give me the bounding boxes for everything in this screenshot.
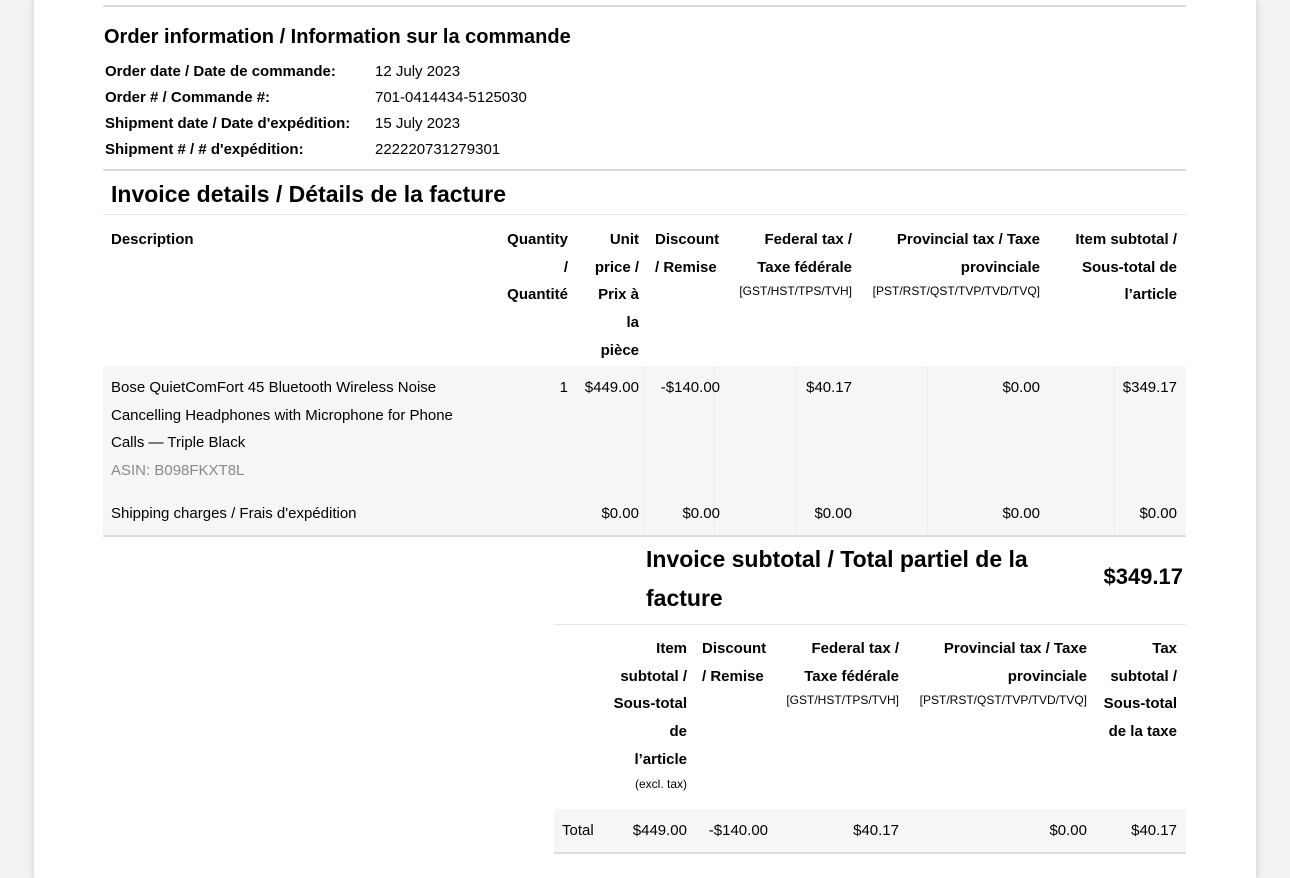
header-unit-price-line: la [626, 314, 639, 332]
header-item-subtotal-line: Item subtotal / [1075, 231, 1177, 248]
header-quantity-line: / [563, 258, 568, 276]
summary-header-line: Item [656, 640, 687, 657]
header-quantity: Quantity / Quantité [474, 226, 568, 309]
shipment-date-value: 15 July 2023 [375, 115, 461, 132]
header-item-subtotal-line: l’article [1124, 286, 1177, 304]
invoice-title-divider [103, 214, 1186, 215]
summary-header-line: Sous-total [1103, 695, 1177, 713]
order-info-title: Order information / Information sur la c… [104, 26, 571, 48]
order-date-value: 12 July 2023 [375, 63, 461, 80]
shipment-number-label: Shipment # / # d'expédition: [105, 141, 304, 158]
header-item-subtotal-line: Sous-total de [1081, 258, 1177, 276]
summary-header-line: Federal tax / [811, 640, 899, 657]
summary-header-tax-subtotal: Tax subtotal / Sous-total de la taxe [1094, 635, 1177, 746]
order-number-value: 701-0414434-5125030 [375, 89, 527, 106]
summary-header-line: provinciale [1007, 667, 1087, 685]
item-description-line: Cancelling Headphones with Microphone fo… [111, 406, 453, 424]
total-discount: -$140.00 [708, 822, 768, 839]
header-item-subtotal: Item subtotal / Sous-total de l’article [1054, 226, 1177, 309]
summary-header-provincial-tax: Provincial tax / Taxe provinciale [PST/R… [906, 635, 1087, 710]
header-federal-line: Taxe fédérale [757, 258, 852, 276]
item-description: Bose QuietComFort 45 Bluetooth Wireless … [111, 374, 491, 484]
summary-header-discount: Discount / Remise [702, 635, 782, 690]
shipping-federal-tax: $0.00 [814, 505, 852, 522]
summary-title-divider [554, 624, 1186, 625]
item-subtotal: $349.17 [1122, 379, 1177, 396]
order-date-label: Order date / Date de commande: [105, 63, 336, 80]
item-unit-price: $449.00 [584, 379, 639, 396]
shipping-subtotal: $0.00 [1139, 505, 1177, 522]
summary-header-line: de [669, 723, 687, 741]
summary-header-line: / Remise [702, 667, 764, 685]
header-discount-line: Discount [655, 231, 720, 248]
header-provincial-tax: Provincial tax / Taxe provinciale [PST/R… [859, 226, 1040, 301]
header-provincial-line: provinciale [960, 258, 1040, 276]
header-quantity-line: Quantité [507, 286, 568, 304]
item-asin: ASIN: B098FKXT8L [111, 461, 245, 479]
invoice-page: Order information / Information sur la c… [34, 0, 1256, 878]
shipment-date-label: Shipment date / Date d'expédition: [105, 115, 351, 132]
summary-header-excl-tax: (excl. tax) [634, 776, 687, 791]
invoice-subtotal-amount: $349.17 [1103, 564, 1183, 589]
total-provincial-tax: $0.00 [1049, 822, 1087, 839]
invoice-details-title: Invoice details / Détails de la facture [111, 181, 506, 207]
summary-header-item-subtotal: Item subtotal / Sous-total de l’article … [594, 635, 687, 794]
header-unit-price-line: Unit [609, 231, 639, 248]
summary-header-line: subtotal / [1110, 667, 1177, 685]
order-number-label: Order # / Commande #: [105, 89, 271, 106]
header-federal-codes: [GST/HST/TPS/TVH] [739, 284, 852, 299]
invoice-rows-bottom-rule [103, 535, 1186, 537]
total-label: Total [562, 822, 594, 839]
summary-header-line: de la taxe [1108, 723, 1177, 741]
order-divider [103, 169, 1186, 171]
summary-header-provincial-codes: [PST/RST/QST/TVP/TVD/TVQ] [919, 693, 1087, 708]
header-discount: Discount / Remise [655, 226, 735, 281]
order-information-section: Order information / Information sur la c… [104, 0, 1186, 165]
summary-header-line: Discount [702, 640, 767, 657]
shipping-label: Shipping charges / Frais d'expédition [111, 505, 357, 522]
header-federal-line: Federal tax / [764, 231, 852, 248]
header-unit-price-line: price / [594, 258, 639, 276]
summary-header-federal-tax: Federal tax / Taxe fédérale [GST/HST/TPS… [771, 635, 899, 710]
total-federal-tax: $40.17 [853, 822, 899, 839]
summary-header-line: Tax [1152, 640, 1177, 657]
summary-header-line: Provincial tax / Taxe [943, 640, 1087, 657]
item-description-line: Bose QuietComFort 45 Bluetooth Wireless … [111, 379, 437, 396]
header-unit-price-line: pièce [600, 341, 639, 359]
header-description: Description [111, 231, 194, 248]
header-discount-line: / Remise [655, 258, 717, 276]
item-description-line: Calls — Triple Black [111, 434, 246, 451]
summary-header-line: l’article [634, 750, 687, 768]
total-tax-subtotal: $40.17 [1131, 822, 1177, 839]
total-row-bottom-rule [554, 852, 1186, 854]
item-provincial-tax: $0.00 [1002, 379, 1040, 396]
shipment-number-value: 222220731279301 [375, 141, 501, 158]
header-provincial-line: Provincial tax / Taxe [896, 231, 1040, 248]
shipping-discount: $0.00 [682, 505, 720, 522]
total-item-subtotal: $449.00 [632, 822, 687, 839]
invoice-subtotal-title: Invoice subtotal / Total partiel de la f… [646, 546, 1028, 611]
item-discount: -$140.00 [660, 379, 720, 396]
header-federal-tax: Federal tax / Taxe fédérale [GST/HST/TPS… [724, 226, 852, 301]
item-federal-tax: $40.17 [806, 379, 852, 396]
shipping-provincial-tax: $0.00 [1002, 505, 1040, 522]
header-provincial-codes: [PST/RST/QST/TVP/TVD/TVQ] [872, 284, 1040, 299]
summary-header-line: Sous-total [613, 695, 687, 713]
item-quantity: 1 [559, 379, 568, 396]
header-quantity-line: Quantity [507, 231, 568, 248]
summary-header-federal-codes: [GST/HST/TPS/TVH] [786, 693, 899, 708]
header-unit-price-line: Prix à [598, 286, 639, 304]
shipping-unit-price: $0.00 [601, 505, 639, 522]
header-unit-price: Unit price / Prix à la pièce [579, 226, 639, 365]
summary-header-line: Taxe fédérale [804, 667, 899, 685]
summary-header-line: subtotal / [620, 667, 687, 685]
